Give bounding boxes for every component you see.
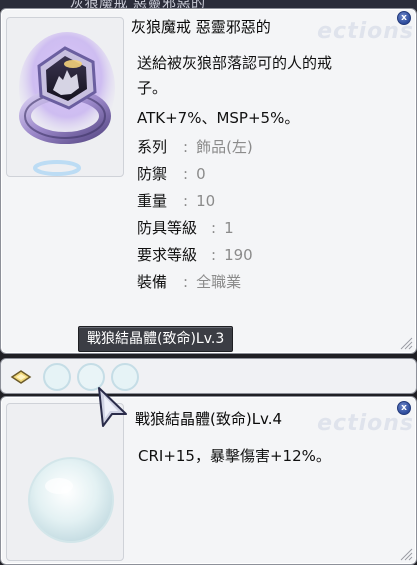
item-description-line: 子。 (137, 79, 168, 97)
close-button[interactable]: x (397, 401, 411, 415)
item-title: 戰狼結晶體(致命)Lv.4 (135, 410, 283, 428)
attribute-colon: : (183, 192, 189, 210)
close-icon: x (401, 403, 407, 413)
attribute-label: 系列 (137, 138, 168, 156)
attribute-colon: : (183, 165, 189, 183)
attribute-value: 飾品(左) (196, 138, 253, 156)
window-watermark: ections (317, 411, 414, 436)
attribute-label: 要求等級 (137, 246, 198, 264)
resize-grip-icon[interactable] (399, 336, 413, 350)
attribute-row-equip-class: 裝備: 全職業 (137, 271, 241, 291)
attribute-row-weight: 重量:10 (137, 190, 215, 210)
gray-wolf-ring-icon (19, 32, 115, 176)
card-slot-icon[interactable] (10, 369, 32, 385)
attribute-label: 裝備 (137, 273, 168, 291)
card-slot-strip (0, 358, 417, 394)
close-icon: x (401, 13, 407, 23)
item-info-window[interactable]: ections x 灰狼魔戒 惡靈邪惡的 送給被灰狼部落認可的人的戒 子。 AT… (0, 8, 417, 354)
attribute-value: 0 (196, 165, 206, 183)
item-description-line: 送給被灰狼部落認可的人的戒 (137, 54, 333, 72)
mouse-cursor-icon (98, 387, 127, 427)
attribute-value: 10 (196, 192, 216, 210)
item-title: 灰狼魔戒 惡靈邪惡的 (131, 18, 271, 36)
attribute-label: 重量 (137, 192, 168, 210)
attribute-colon: : (183, 138, 189, 156)
attribute-row-required-level: 要求等級:190 (137, 244, 253, 264)
attribute-colon: : (211, 246, 217, 264)
attribute-value: 190 (224, 246, 253, 264)
attribute-colon: : (211, 219, 217, 237)
crystal-info-window[interactable]: ections x 戰狼結晶體(致命)Lv.4 CRI+15，暴擊傷害+12%。 (0, 396, 417, 565)
attribute-row-armor-level: 防具等級:1 (137, 217, 234, 237)
card-slot-label: 戰狼結晶體(致命)Lv.3 (78, 326, 234, 352)
attribute-row-defense: 防禦:0 (137, 163, 206, 183)
attribute-label: 防禦 (137, 165, 168, 183)
attribute-colon: : (183, 273, 189, 291)
item-description-line: ATK+7%、MSP+5%。 (137, 109, 300, 127)
attribute-value: 1 (224, 219, 234, 237)
item-description-line: CRI+15，暴擊傷害+12%。 (138, 447, 331, 465)
close-button[interactable]: x (397, 11, 411, 25)
attribute-label: 防具等級 (137, 219, 198, 237)
resize-grip-icon[interactable] (399, 547, 413, 561)
attribute-value: 全職業 (196, 273, 242, 291)
crystal-slot-icon[interactable] (39, 362, 149, 392)
item-image-frame (6, 17, 124, 177)
attribute-row-series: 系列: 飾品(左) (137, 136, 253, 156)
